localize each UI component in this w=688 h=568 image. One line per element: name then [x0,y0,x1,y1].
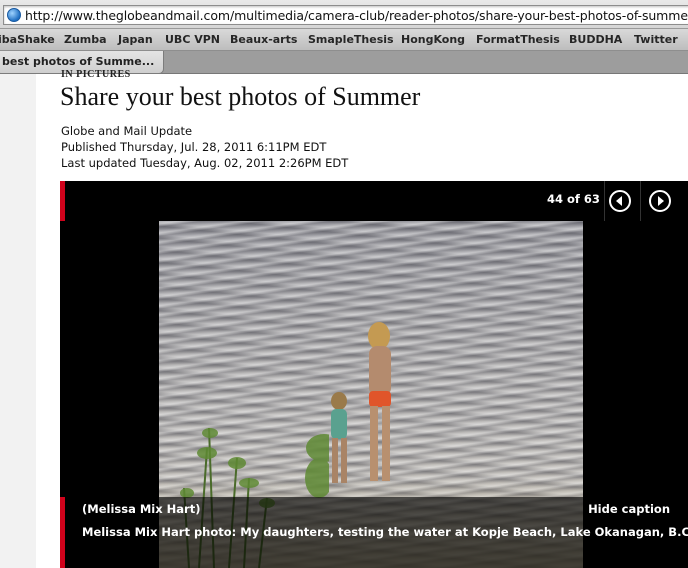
hide-caption-link[interactable]: Hide caption [588,502,670,516]
byline: Globe and Mail Update [61,124,193,138]
url-field[interactable]: http://www.theglobeandmail.com/multimedi… [3,5,688,25]
bookmark-item[interactable]: FormatThesis [476,33,560,46]
photo-counter: 44 of 63 [547,192,600,206]
globe-icon [7,8,21,22]
bookmark-item[interactable]: ibaShake [0,33,55,46]
bookmark-item[interactable]: HongKong [401,33,465,46]
section-kicker[interactable]: IN PICTURES [61,69,131,80]
published-date: Published Thursday, Jul. 28, 2011 6:11PM… [61,140,327,154]
url-text[interactable]: http://www.theglobeandmail.com/multimedi… [25,8,688,23]
updated-date: Last updated Tuesday, Aug. 02, 2011 2:26… [61,156,349,170]
previous-photo-button[interactable] [609,190,631,212]
photo-gallery: 44 of 63 (Melissa Mix Hart) Hide caption… [60,181,688,568]
caption-panel: (Melissa Mix Hart) Hide caption Melissa … [60,497,688,568]
nav-divider [640,181,641,221]
previous-arrow-icon [616,196,622,206]
photo-caption: Melissa Mix Hart photo: My daughters, te… [82,525,688,539]
photo-credit: (Melissa Mix Hart) [82,502,201,516]
bookmark-item[interactable]: SmapleThesis [308,33,394,46]
next-photo-button[interactable] [649,190,671,212]
photo-children [331,322,391,483]
bookmarks-bar: ibaShake Zumba Japan UBC VPN Beaux-arts … [0,29,688,51]
page-title: Share your best photos of Summer [60,82,421,111]
bookmark-item[interactable]: Twitter [634,33,678,46]
nav-divider [604,181,605,221]
bookmark-item[interactable]: Japan [118,33,153,46]
bookmark-item[interactable]: Beaux-arts [230,33,297,46]
bookmark-item[interactable]: UBC VPN [165,33,220,46]
next-arrow-icon [658,196,664,206]
address-bar: http://www.theglobeandmail.com/multimedi… [0,0,688,29]
bookmark-item[interactable]: BUDDHA [569,33,622,46]
bookmark-item[interactable]: Zumba [64,33,107,46]
gallery-accent-bar [60,181,65,221]
caption-accent-bar [60,497,65,568]
